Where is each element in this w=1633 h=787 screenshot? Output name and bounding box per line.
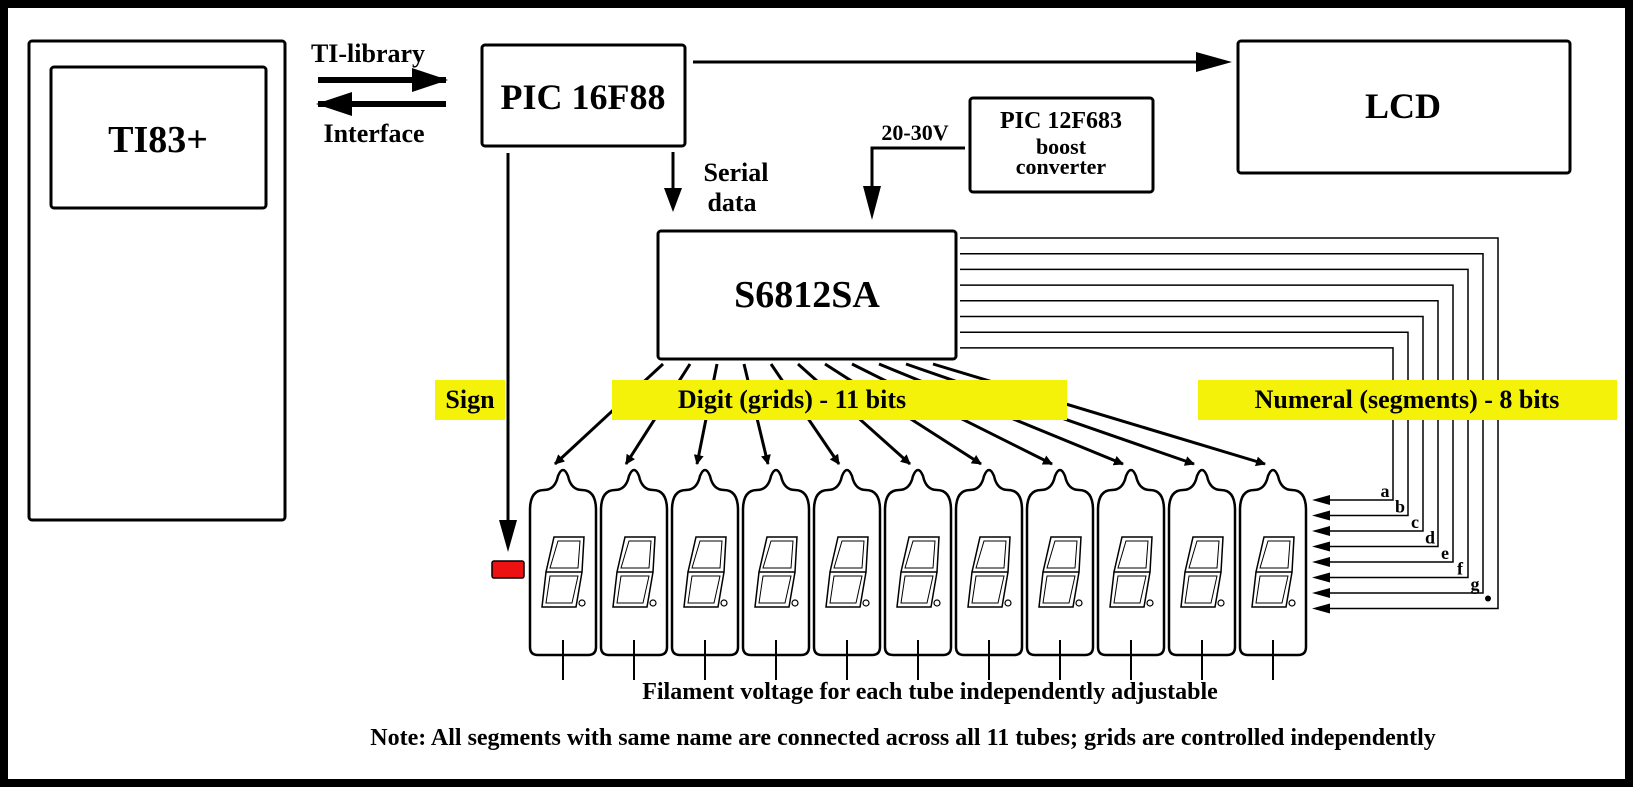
tube-envelope xyxy=(1167,468,1237,657)
tube-envelope xyxy=(883,468,953,657)
decimal-point-label xyxy=(1485,595,1491,602)
segment-label-c: c xyxy=(1411,512,1419,532)
tube-envelope xyxy=(741,468,811,657)
tube-envelope xyxy=(1025,468,1095,657)
tube-envelope xyxy=(812,468,882,657)
segment-label-g: g xyxy=(1471,574,1480,594)
serial-label-line2: data xyxy=(707,188,756,217)
note-label: Note: All segments with same name are co… xyxy=(370,725,1436,751)
segment-label-f: f xyxy=(1457,559,1464,579)
tube-envelope xyxy=(1096,468,1166,657)
nixie-tube xyxy=(599,468,669,680)
ti-library-label: TI-library xyxy=(311,39,425,68)
nixie-tube xyxy=(741,468,811,680)
nixie-tube xyxy=(670,468,740,680)
nixie-tube xyxy=(954,468,1024,680)
boost-label-line3: converter xyxy=(1016,154,1107,179)
sign-led xyxy=(491,560,525,579)
interface-label: Interface xyxy=(323,119,424,148)
tube-envelope xyxy=(954,468,1024,657)
segment-label-d: d xyxy=(1425,528,1435,548)
segment-label-e: e xyxy=(1441,543,1449,563)
filament-label: Filament voltage for each tube independe… xyxy=(642,679,1218,705)
nixie-tube xyxy=(1096,468,1166,680)
segment-label-b: b xyxy=(1395,497,1405,517)
tube-envelope xyxy=(670,468,740,657)
segment-label-a: a xyxy=(1381,481,1390,501)
nixie-tube xyxy=(883,468,953,680)
nixie-tube xyxy=(528,468,598,680)
nixie-tube xyxy=(1238,468,1308,680)
serial-label-line1: Serial xyxy=(704,158,769,187)
tube-envelope xyxy=(1238,468,1308,657)
lcd-label: LCD xyxy=(1365,86,1441,126)
tube-envelope xyxy=(599,468,669,657)
nixie-tube xyxy=(1025,468,1095,680)
digit-label: Digit (grids) - 11 bits xyxy=(678,385,906,414)
s6812sa-label: S6812SA xyxy=(734,274,880,316)
tube-envelope xyxy=(528,468,598,657)
pic16f88-label: PIC 16F88 xyxy=(501,77,666,117)
sign-label: Sign xyxy=(445,385,495,414)
nixie-tube xyxy=(812,468,882,680)
boost-label-line1: PIC 12F683 xyxy=(1000,108,1122,134)
ti83-label: TI83+ xyxy=(108,119,208,161)
tubes xyxy=(528,468,1308,680)
diagram-canvas: TI83+ TI-library Interface PIC 16F88 LCD… xyxy=(8,8,1625,779)
nixie-tube xyxy=(1167,468,1237,680)
numeral-label: Numeral (segments) - 8 bits xyxy=(1255,385,1560,414)
voltage-label: 20-30V xyxy=(881,120,948,145)
